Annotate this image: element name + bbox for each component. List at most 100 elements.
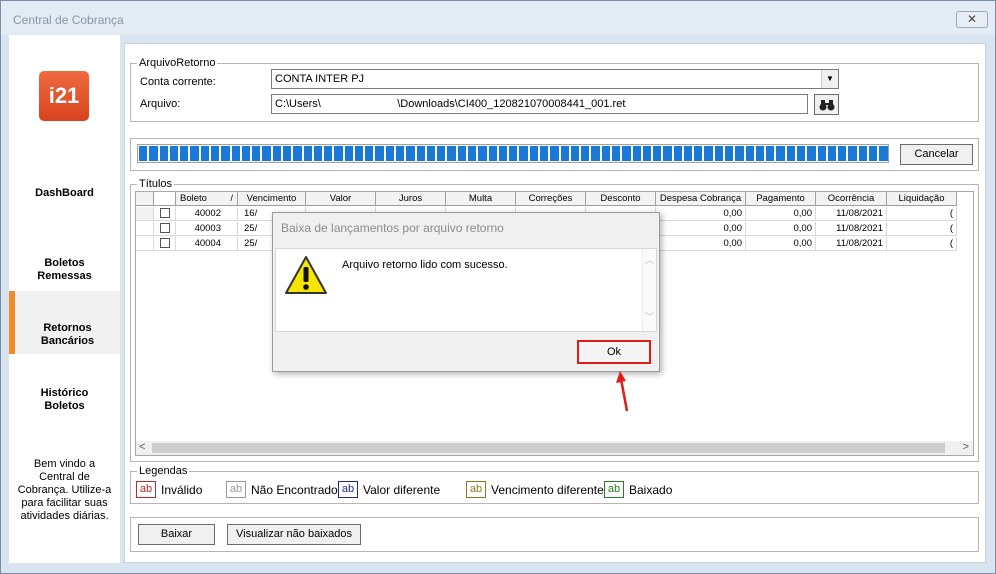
main-window: Central de Cobrança ✕ i21 DashBoard Bole… [0,0,996,574]
row-selector [136,222,154,235]
conta-value: CONTA INTER PJ [275,73,365,85]
column-header-boleto[interactable]: Boleto / [176,192,238,205]
row-checkbox-cell [154,237,176,250]
titulos-legend: Títulos [137,178,175,190]
horizontal-scrollbar[interactable]: < > [136,441,973,455]
window-title: Central de Cobrança [13,13,124,27]
progress-segment [642,146,652,161]
chevron-down-icon[interactable]: ▼ [821,70,838,88]
app-logo: i21 [39,71,89,121]
close-button[interactable]: ✕ [956,11,988,28]
progress-segment [622,146,631,161]
message-dialog: Baixa de lançamentos por arquivo retorno… [272,212,660,372]
table-header: Boleto / Vencimento Valor Juros Multa Cor… [136,192,957,206]
legend-baixado: ab Baixado [604,481,672,498]
scroll-left-icon[interactable]: < [139,441,145,453]
progress-segment [509,146,518,161]
progress-segment [210,146,220,161]
row-checkbox[interactable] [159,223,170,233]
legend-label: Valor diferente [363,482,441,497]
sidebar-item-boletos-remessas[interactable]: Boletos Remessas [9,244,120,283]
progress-segment [560,146,569,161]
dialog-scrollbar[interactable]: ︿ ﹀ [642,249,656,331]
cancel-button[interactable]: Cancelar [900,144,973,165]
visualizar-nao-baixados-button[interactable]: Visualizar não baixados [227,524,361,545]
sidebar-item-historico-boletos[interactable]: Histórico Boletos [9,374,120,413]
conta-select[interactable]: CONTA INTER PJ ▼ [271,69,839,89]
progress-segment [714,146,724,161]
progress-segment [293,146,302,161]
cell-boleto: 40004 [176,237,238,250]
progress-segment [334,146,343,161]
progress-segment [231,146,240,161]
progress-segment [468,146,477,161]
baixar-button[interactable]: Baixar [138,524,215,545]
column-header-juros[interactable]: Juros [376,192,446,205]
column-header-pagamento[interactable]: Pagamento [746,192,816,205]
progress-segment [354,146,364,161]
progress-segment [324,146,333,161]
column-header-desconto[interactable]: Desconto [586,192,656,205]
progress-segment [303,146,312,161]
legend-swatch: ab [604,481,624,498]
scroll-down-icon[interactable]: ﹀ [643,310,656,323]
column-header-valor[interactable]: Valor [306,192,376,205]
binoculars-icon [819,100,834,111]
progress-segment [139,146,148,161]
sidebar-item-retornos-bancarios[interactable]: Retornos Bancários [9,291,120,354]
progress-segment [858,146,867,161]
dialog-title: Baixa de lançamentos por arquivo retorno [281,221,504,235]
browse-button[interactable] [814,94,839,115]
warning-icon [285,256,327,294]
dialog-message: Arquivo retorno lido com sucesso. [342,259,508,271]
sidebar-item-dashboard[interactable]: DashBoard [9,187,120,200]
progress-segment [406,146,415,161]
progress-segment [673,146,682,161]
legend-swatch: ab [466,481,486,498]
sidebar: i21 DashBoard Boletos Remessas Retornos … [9,35,120,563]
progress-segment [632,146,641,161]
column-label: Boleto [180,193,207,204]
column-header-ocorrencia[interactable]: Ocorrência [816,192,887,205]
progress-segment [817,146,826,161]
progress-segment [385,146,395,161]
progress-segment [745,146,754,161]
sidebar-item-label: Histórico Boletos [40,387,89,412]
dialog-body: Arquivo retorno lido com sucesso. ︿ ﹀ [275,248,657,332]
row-checkbox[interactable] [159,208,170,218]
progress-segment [776,146,785,161]
progress-segment [447,146,456,161]
legend-valor-diferente: ab Valor diferente [338,481,440,498]
conta-label: Conta corrente: [140,76,216,88]
column-header-correcoes[interactable]: Correções [516,192,586,205]
progress-segment [683,146,693,161]
column-header-vencimento[interactable]: Vencimento [238,192,306,205]
column-header-despesa[interactable]: Despesa Cobrança [656,192,746,205]
cell-liquidacao: ( [887,237,957,250]
progress-segment [766,146,775,161]
progress-segment [149,146,158,161]
scroll-thumb[interactable] [152,443,945,453]
cell-despesa: 0,00 [656,222,746,235]
progress-segment [550,146,559,161]
progress-segment [529,146,538,161]
progress-segment [457,146,466,161]
progress-segment [416,146,425,161]
progress-segment [365,146,374,161]
cell-ocorrencia: 11/08/2021 [816,237,887,250]
sidebar-item-label: Retornos Bancários [40,322,95,347]
progress-segment [611,146,621,161]
column-header-liquidacao[interactable]: Liquidação [887,192,957,205]
column-header-multa[interactable]: Multa [446,192,516,205]
legend-vencimento-diferente: ab Vencimento diferente [466,481,604,498]
progress-segment [252,146,261,161]
progress-segment [488,146,497,161]
progress-segment [478,146,487,161]
scroll-right-icon[interactable]: > [963,441,969,453]
progress-segment [282,146,292,161]
scroll-up-icon[interactable]: ︿ [643,253,656,266]
progress-segment [755,146,765,161]
row-checkbox[interactable] [159,238,170,248]
arquivo-field[interactable]: C:\Users\ \Downloads\CI400_1208210700084… [271,94,808,114]
ok-button[interactable]: Ok [577,340,651,364]
